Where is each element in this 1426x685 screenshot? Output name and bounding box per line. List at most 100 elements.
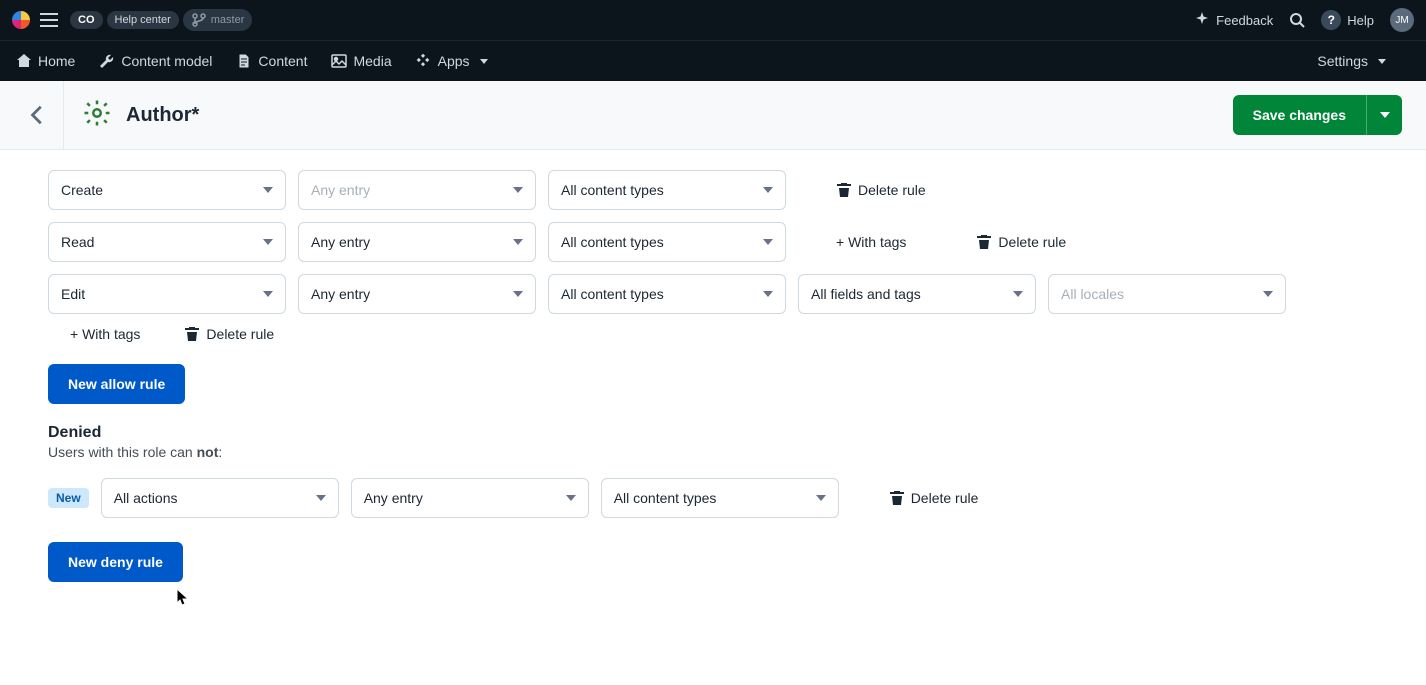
scope-select[interactable]: Any entry [351, 478, 589, 518]
select-value: Any entry [311, 234, 370, 250]
with-tags-button[interactable]: + With tags [62, 326, 148, 342]
help-center-label: Help center [115, 14, 171, 26]
select-value: All actions [114, 490, 178, 506]
select-value: All fields and tags [811, 286, 921, 302]
select-value: All content types [614, 490, 717, 506]
content-type-select[interactable]: All content types [548, 170, 786, 210]
role-gear-icon [82, 98, 112, 133]
trash-icon [836, 182, 852, 198]
select-value: Any entry [311, 182, 370, 198]
apps-icon [416, 53, 432, 69]
select-value: Any entry [311, 286, 370, 302]
branch-pill[interactable]: master [183, 9, 253, 31]
deny-rule-row: New All actions Any entry All content ty… [48, 478, 1426, 518]
help-menu[interactable]: ? Help [1321, 10, 1374, 30]
action-select[interactable]: Read [48, 222, 286, 262]
allow-rule-row: Read Any entry All content types + With … [48, 222, 1426, 262]
search-button[interactable] [1289, 12, 1305, 28]
denied-subtext-prefix: Users with this role can [48, 444, 197, 460]
topbar: CO Help center master Feedback ? Help JM [0, 0, 1426, 40]
chevron-down-icon [751, 187, 773, 193]
nav-apps[interactable]: Apps [416, 53, 488, 69]
with-tags-label: + With tags [70, 326, 140, 342]
back-button[interactable] [12, 81, 64, 149]
nav-content-label: Content [258, 53, 307, 69]
chevron-down-icon [804, 495, 826, 501]
content-type-select[interactable]: All content types [601, 478, 839, 518]
content-type-select[interactable]: All content types [548, 222, 786, 262]
document-icon [236, 53, 252, 69]
denied-section-header: Denied Users with this role can not: [48, 424, 1426, 460]
chevron-down-icon [501, 239, 523, 245]
nav-media-label: Media [353, 53, 391, 69]
feedback-label: Feedback [1216, 13, 1273, 28]
chevron-down-icon [251, 187, 273, 193]
trash-icon [976, 234, 992, 250]
chevron-left-icon [27, 104, 49, 126]
search-icon [1289, 12, 1305, 28]
page-title: Author* [126, 104, 199, 127]
nav-home[interactable]: Home [16, 53, 75, 69]
question-icon: ? [1321, 10, 1341, 30]
select-value: Edit [61, 286, 85, 302]
nav-content-model[interactable]: Content model [99, 53, 212, 69]
page-header: Author* Save changes [0, 81, 1426, 150]
action-select[interactable]: Edit [48, 274, 286, 314]
delete-rule-button[interactable]: Delete rule [881, 490, 987, 506]
brand-logo[interactable] [12, 11, 30, 29]
save-changes-button[interactable]: Save changes [1233, 95, 1402, 135]
delete-rule-button[interactable]: Delete rule [828, 182, 934, 198]
navbar: Home Content model Content Media Apps Se… [0, 40, 1426, 81]
trash-icon [184, 326, 200, 342]
allow-rule-row: Create Any entry All content types Delet… [48, 170, 1426, 210]
nav-home-label: Home [38, 53, 75, 69]
denied-heading: Denied [48, 424, 1426, 442]
delete-rule-button[interactable]: Delete rule [968, 234, 1074, 250]
action-select[interactable]: Create [48, 170, 286, 210]
sparkle-icon [1194, 12, 1210, 28]
user-avatar[interactable]: JM [1390, 8, 1414, 32]
new-deny-rule-button[interactable]: New deny rule [48, 542, 183, 582]
hamburger-icon[interactable] [40, 13, 58, 27]
scope-select[interactable]: Any entry [298, 170, 536, 210]
branch-name: master [211, 14, 245, 26]
chevron-down-icon [1001, 291, 1023, 297]
org-badge[interactable]: CO [70, 11, 103, 29]
save-button-label: Save changes [1233, 95, 1366, 135]
chevron-down-icon [501, 187, 523, 193]
nav-settings[interactable]: Settings [1317, 53, 1386, 69]
nav-content-model-label: Content model [121, 53, 212, 69]
delete-rule-label: Delete rule [998, 234, 1066, 250]
denied-subtext: Users with this role can not: [48, 444, 1426, 460]
allow-rule-sub-row: + With tags Delete rule [62, 326, 1426, 342]
delete-rule-button[interactable]: Delete rule [176, 326, 282, 342]
nav-media[interactable]: Media [331, 53, 391, 69]
scope-select[interactable]: Any entry [298, 274, 536, 314]
feedback-link[interactable]: Feedback [1194, 12, 1273, 28]
new-allow-rule-button[interactable]: New allow rule [48, 364, 185, 404]
help-center-link[interactable]: Help center [107, 11, 179, 29]
rules-panel: Create Any entry All content types Delet… [0, 150, 1426, 685]
avatar-initials: JM [1390, 8, 1414, 32]
save-button-dropdown[interactable] [1366, 95, 1402, 135]
nav-content[interactable]: Content [236, 53, 307, 69]
select-value: Read [61, 234, 94, 250]
with-tags-button[interactable]: + With tags [828, 234, 914, 250]
select-value: All content types [561, 182, 664, 198]
nav-settings-label: Settings [1317, 53, 1368, 69]
chevron-down-icon [251, 291, 273, 297]
delete-rule-label: Delete rule [206, 326, 274, 342]
content-type-select[interactable]: All content types [548, 274, 786, 314]
scope-select[interactable]: Any entry [298, 222, 536, 262]
select-value: All content types [561, 234, 664, 250]
fields-select[interactable]: All fields and tags [798, 274, 1036, 314]
help-label: Help [1347, 13, 1374, 28]
denied-subtext-bold: not [197, 444, 219, 460]
action-select[interactable]: All actions [101, 478, 339, 518]
nav-apps-label: Apps [438, 53, 470, 69]
delete-rule-label: Delete rule [911, 490, 979, 506]
chevron-down-icon [1251, 291, 1273, 297]
chevron-down-icon [304, 495, 326, 501]
allow-rule-row: Edit Any entry All content types All fie… [48, 274, 1426, 314]
locales-select[interactable]: All locales [1048, 274, 1286, 314]
